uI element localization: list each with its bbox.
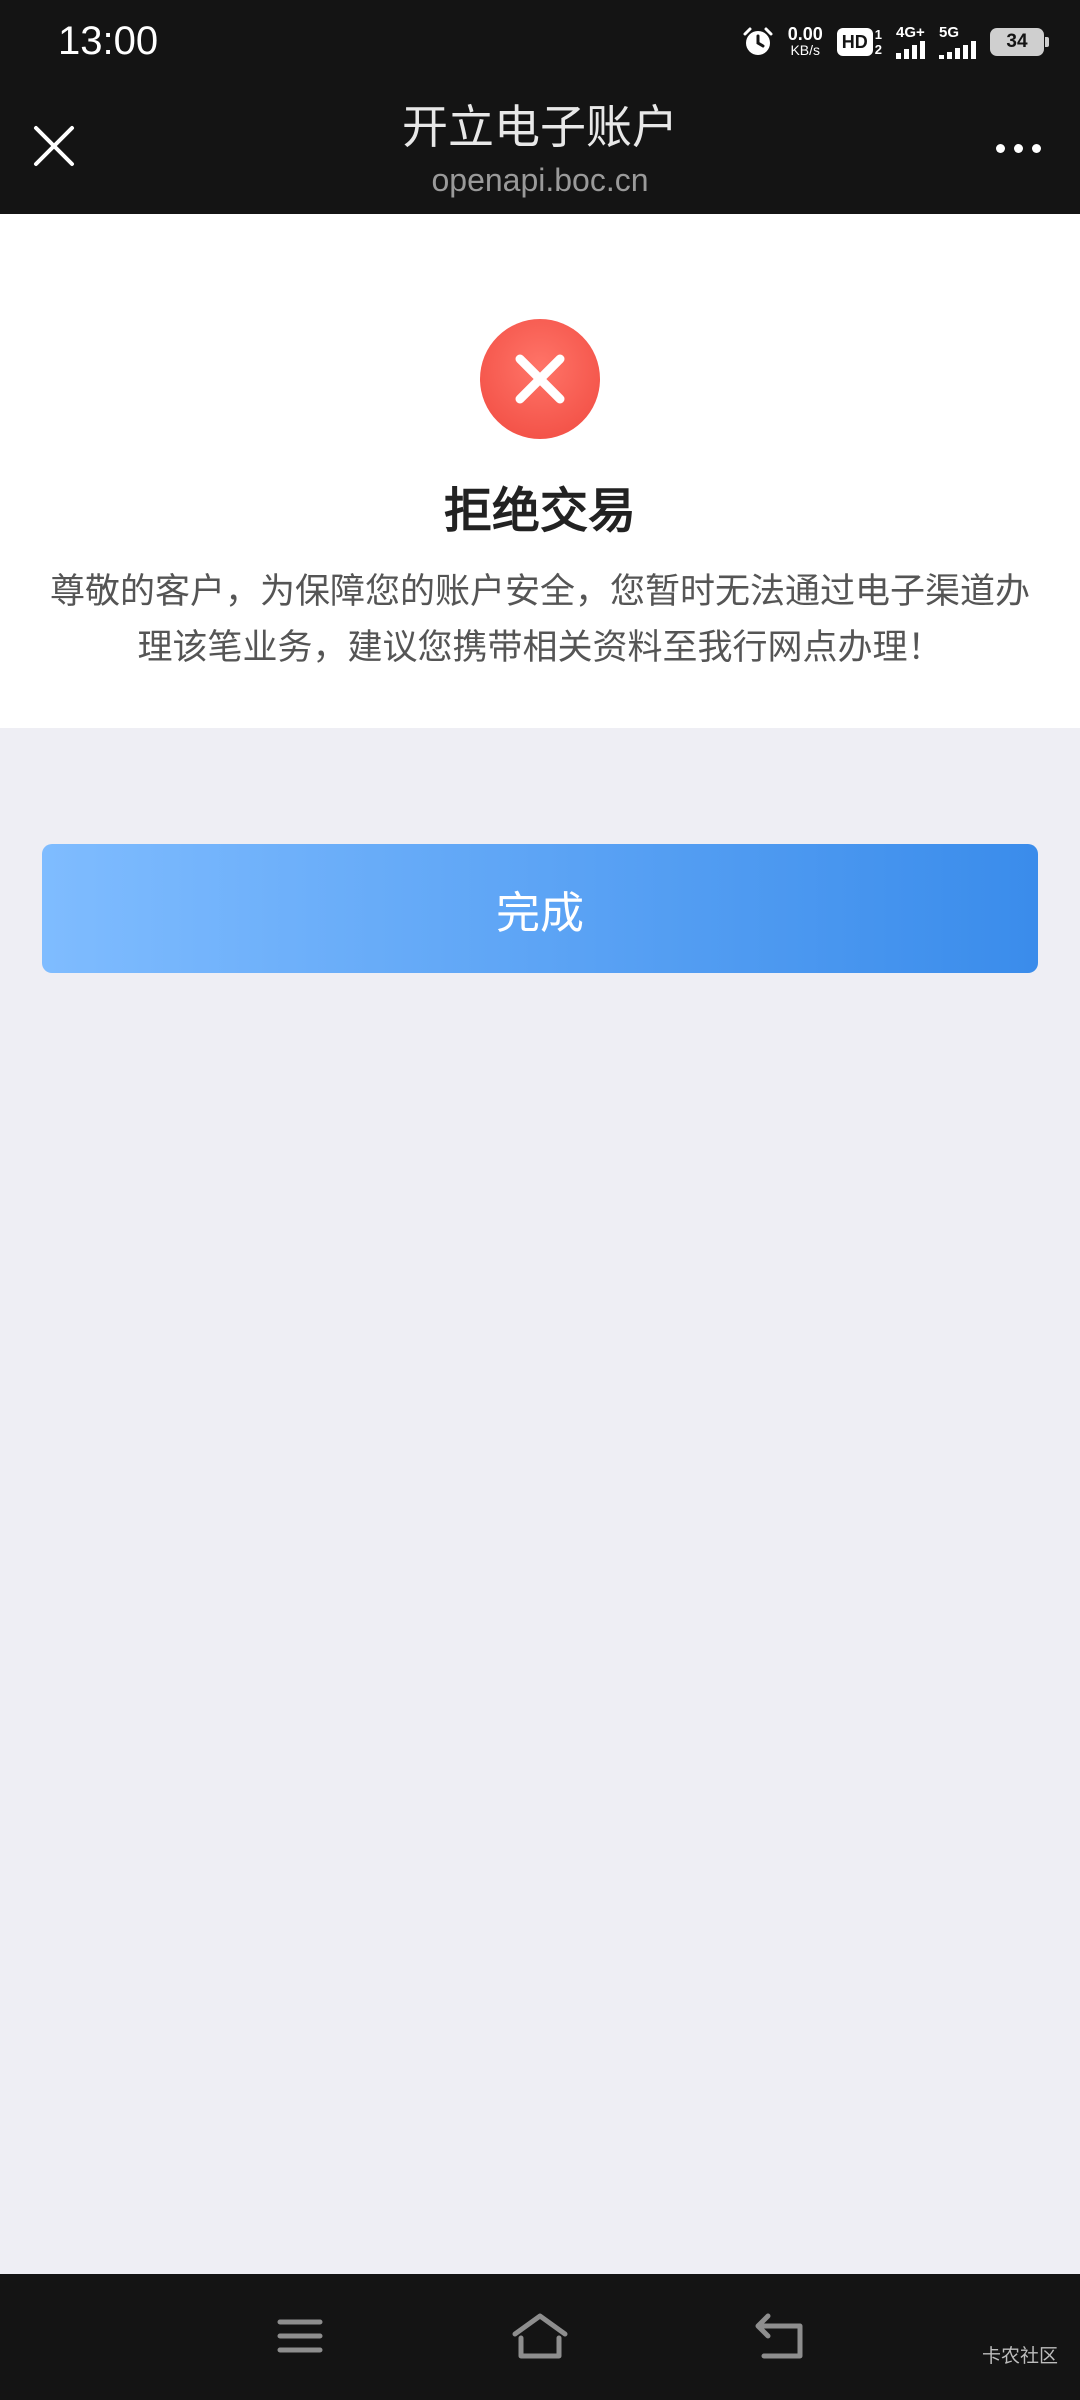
system-nav-bar: 卡农社区 (0, 2274, 1080, 2400)
hd-sub: 1 2 (875, 27, 882, 57)
menu-icon (277, 2319, 323, 2353)
result-message: 尊敬的客户，为保障您的账户安全，您暂时无法通过电子渠道办理该笔业务，建议您携带相… (49, 572, 1030, 668)
status-bar: 13:00 0.00 KB/s HD 1 2 4G+ 5G 34 (0, 0, 1080, 82)
hd-icon: HD 1 2 (836, 27, 882, 57)
hd-sub-top: 1 (874, 27, 882, 42)
alarm-icon (742, 26, 774, 58)
menu-button[interactable] (268, 2304, 332, 2368)
hd-label: HD (836, 28, 873, 56)
webview-header: 开立电子账户 openapi.boc.cn (0, 82, 1080, 214)
home-button[interactable] (508, 2304, 572, 2368)
error-icon (480, 319, 600, 439)
net-speed-unit: KB/s (790, 42, 821, 58)
signal-icon: 4G+ (896, 25, 925, 59)
signal-5g-label: 5G (939, 24, 960, 41)
battery-level: 34 (1006, 31, 1028, 52)
status-time: 13:00 (58, 19, 159, 63)
more-icon (995, 143, 1041, 153)
page-url: openapi.boc.cn (431, 162, 649, 198)
home-icon (512, 2313, 568, 2359)
result-card: 拒绝交易 尊敬的客户，为保障您的账户安全，您暂时无法通过电子渠道办理该笔业务，建… (0, 214, 1080, 728)
back-button[interactable] (748, 2304, 812, 2368)
watermark: 卡农社区 (981, 2345, 1058, 2367)
status-icons: 0.00 KB/s HD 1 2 4G+ 5G 34 (742, 20, 1049, 64)
signal-4g-label: 4G+ (896, 24, 925, 41)
signal-icon: 5G (939, 25, 976, 59)
hd-sub-bottom: 2 (874, 42, 882, 57)
page-title: 开立电子账户 (402, 100, 678, 154)
battery-icon: 34 (990, 28, 1049, 56)
net-speed-value: 0.00 (787, 24, 823, 44)
done-button[interactable]: 完成 (42, 844, 1038, 973)
more-button[interactable] (982, 124, 1054, 172)
net-speed: 0.00 KB/s (787, 24, 823, 58)
back-icon (755, 2313, 803, 2359)
result-title: 拒绝交易 (443, 483, 636, 539)
